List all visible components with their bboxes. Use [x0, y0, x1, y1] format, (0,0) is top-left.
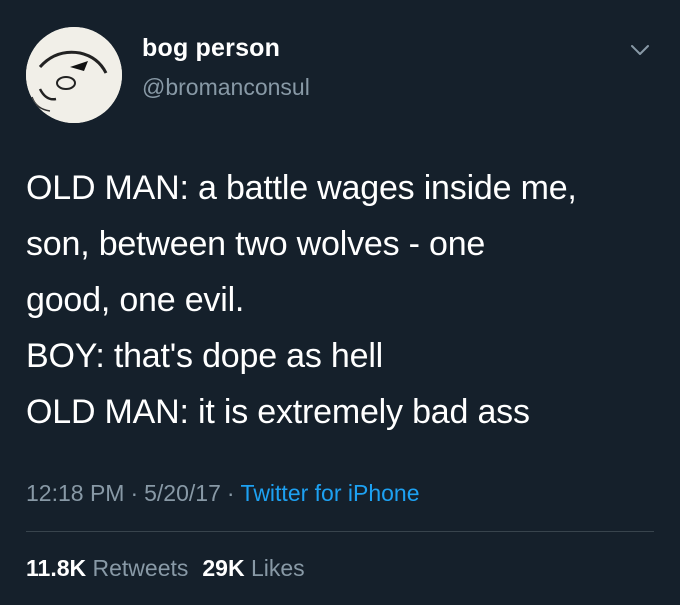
author-display-name[interactable]: bog person [142, 34, 280, 63]
tweet-text-line: OLD MAN: it is extremely bad ass [26, 393, 530, 431]
likes-stat[interactable]: 29K Likes [202, 555, 304, 581]
retweets-stat[interactable]: 11.8K Retweets [26, 555, 188, 581]
tweet-date[interactable]: 5/20/17 [144, 480, 221, 506]
tweet-source-link[interactable]: Twitter for iPhone [241, 480, 420, 506]
tweet-text-line: son, between two wolves - one [26, 225, 486, 263]
chevron-down-icon[interactable] [628, 38, 652, 62]
retweets-label: Retweets [92, 555, 189, 581]
tweet-metadata: 12:18 PM · 5/20/17 · Twitter for iPhone [26, 480, 420, 507]
avatar[interactable] [26, 27, 122, 123]
likes-label: Likes [250, 555, 305, 581]
retweets-count: 11.8K [26, 555, 87, 581]
divider [26, 531, 654, 532]
tweet-text-line: OLD MAN: a battle wages inside me, [26, 169, 577, 207]
separator-dot: · [226, 480, 235, 506]
likes-count: 29K [202, 555, 245, 581]
tweet-time[interactable]: 12:18 PM [26, 480, 124, 506]
tweet-text-line: good, one evil. [26, 281, 245, 319]
author-handle[interactable]: @bromanconsul [142, 74, 310, 101]
wolf-avatar-icon [26, 27, 122, 123]
tweet-stats: 11.8K Retweets 29K Likes [26, 555, 305, 582]
tweet-text-line: BOY: that's dope as hell [26, 337, 384, 375]
separator-dot: · [130, 480, 139, 506]
tweet-text: OLD MAN: a battle wages inside me, son, … [26, 160, 666, 440]
